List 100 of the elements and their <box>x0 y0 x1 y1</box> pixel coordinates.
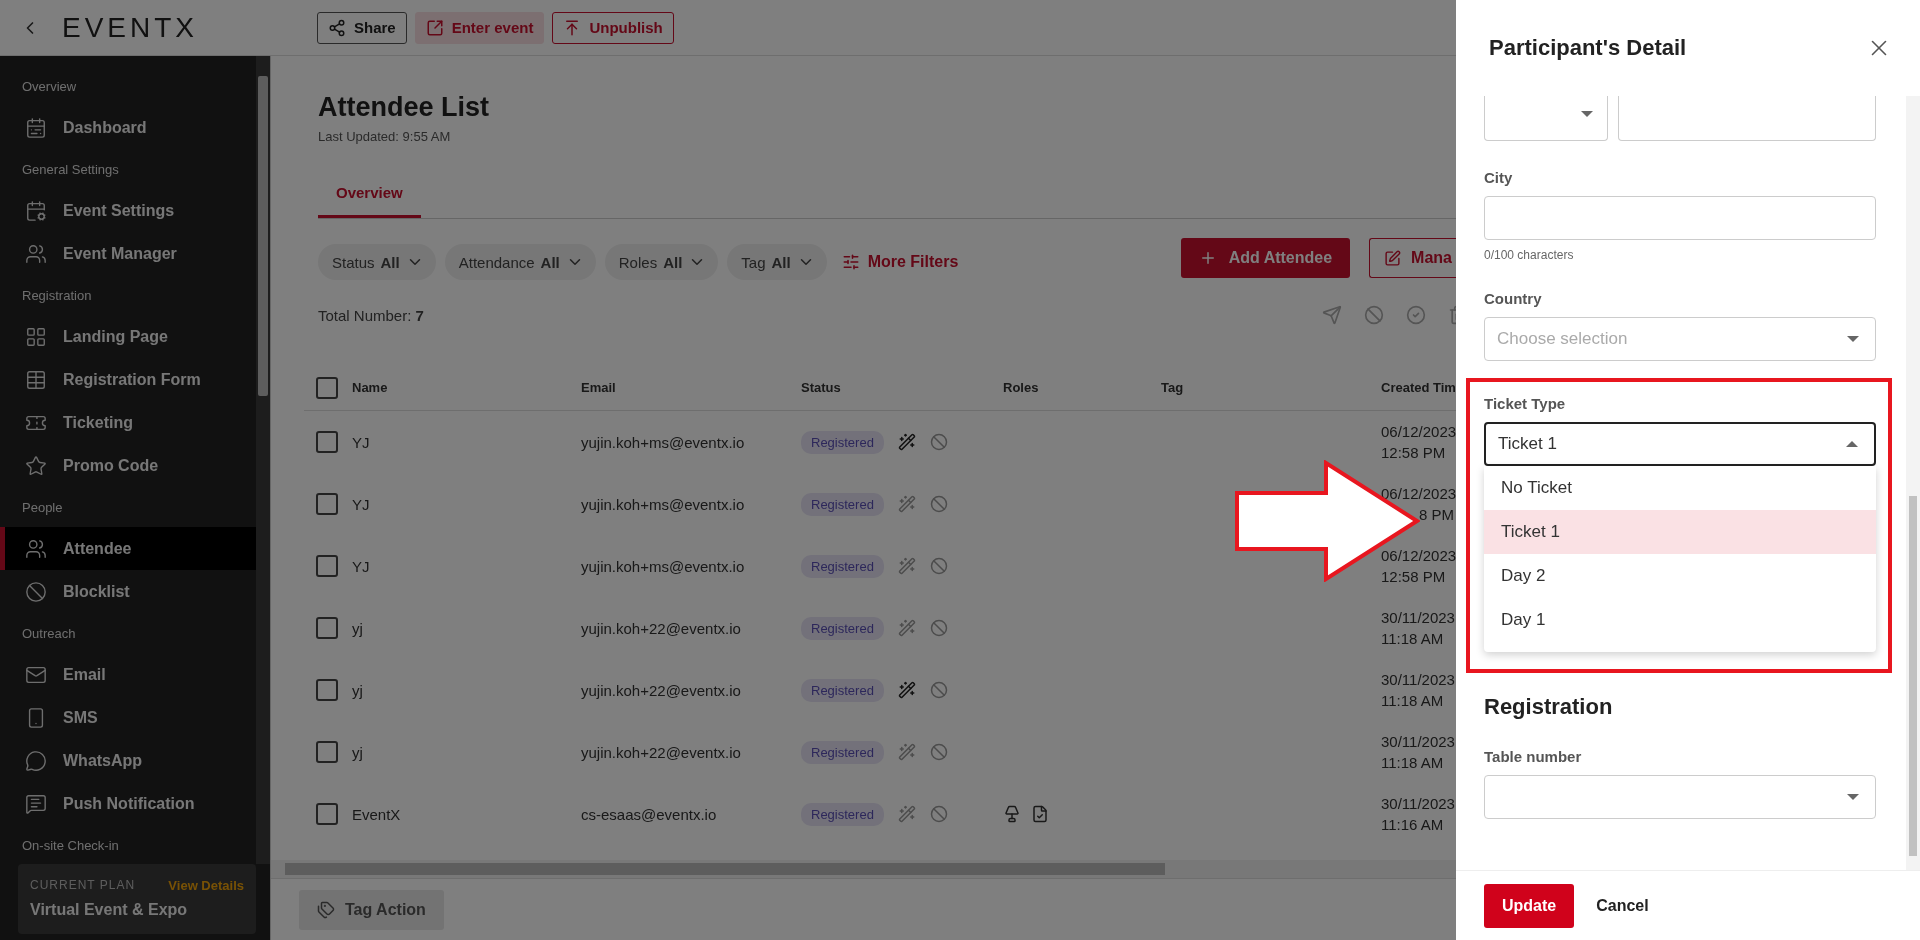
input-field[interactable] <box>1618 96 1876 141</box>
scrollbar[interactable] <box>256 56 270 864</box>
dropdown-option[interactable]: Day 2 <box>1484 554 1876 598</box>
city-input[interactable] <box>1484 196 1876 240</box>
email-cell-text: cs-esaas@eventx.io <box>581 805 718 823</box>
ban-icon[interactable] <box>929 619 948 637</box>
name-cell-text: yj <box>352 681 364 699</box>
sidebar-item[interactable]: SMS <box>0 696 256 739</box>
row-checkbox[interactable] <box>316 431 338 453</box>
manage-button[interactable]: Mana <box>1369 238 1456 278</box>
sidebar-item[interactable]: Email <box>0 653 256 696</box>
row-checkbox[interactable] <box>316 679 338 701</box>
tab[interactable]: Overview <box>318 174 421 218</box>
country-select[interactable]: Choose selection <box>1484 317 1876 361</box>
name-cell-text: yj <box>352 743 364 761</box>
select-all-checkbox[interactable] <box>316 376 338 399</box>
ban-icon[interactable] <box>929 743 948 761</box>
row-checkbox[interactable] <box>316 493 338 515</box>
field-label: Table number <box>1484 748 1583 765</box>
sidebar-item[interactable]: Ticketing <box>0 401 256 444</box>
sidebar-item[interactable]: Dashboard <box>0 106 256 149</box>
send-icon[interactable] <box>1322 305 1342 325</box>
cancel-button[interactable]: Cancel <box>1594 883 1651 928</box>
row-checkbox[interactable] <box>316 741 338 763</box>
more-filters-button[interactable]: More Filters <box>835 253 965 271</box>
status-badge: Registered <box>801 430 884 454</box>
filter-dropdown[interactable]: Status All <box>318 244 436 280</box>
created-time: 11:18 AM <box>1381 630 1445 647</box>
scrollbar[interactable] <box>1906 96 1920 870</box>
unpublish-button[interactable]: Unpublish <box>552 11 674 44</box>
status-badge: Registered <box>801 802 884 826</box>
name-cell-text: yj <box>352 619 364 637</box>
row-checkbox[interactable] <box>316 803 338 825</box>
sidebar-item[interactable]: Attendee <box>0 527 256 570</box>
select-field[interactable] <box>1484 96 1608 141</box>
wand-icon[interactable] <box>897 433 916 451</box>
add-attendee-button[interactable]: Add Attendee <box>1180 238 1351 278</box>
email-cell-text: yujin.koh+22@eventx.io <box>581 743 742 761</box>
enter-button[interactable]: Enter event <box>414 11 545 44</box>
ban-icon[interactable] <box>929 805 948 823</box>
logo: EVENTX <box>62 11 199 44</box>
table-number-select[interactable] <box>1484 775 1876 819</box>
sidebar-item[interactable]: Landing Page <box>0 315 256 358</box>
update-button[interactable]: Update <box>1484 883 1575 928</box>
wand-icon[interactable] <box>897 495 916 513</box>
row-checkbox[interactable] <box>316 555 338 577</box>
ban-icon[interactable] <box>1364 305 1384 325</box>
dropdown-option[interactable]: Day 1 <box>1484 598 1876 642</box>
star-icon <box>25 454 47 477</box>
sidebar-item[interactable]: Blocklist <box>0 570 256 613</box>
status-badge: Registered <box>801 492 884 516</box>
status-badge: Registered <box>801 616 884 640</box>
created-date: 30/11/2023 <box>1381 609 1456 626</box>
wand-icon[interactable] <box>897 681 916 699</box>
filter-dropdown[interactable]: Roles All <box>604 244 719 280</box>
calendar-gear-icon <box>25 199 47 222</box>
dropdown-option[interactable]: No Ticket <box>1484 466 1876 510</box>
horizontal-scrollbar[interactable] <box>271 860 1456 878</box>
sidebar-item[interactable]: Event Settings <box>0 189 256 232</box>
share-button[interactable]: Share <box>317 11 407 44</box>
wand-icon[interactable] <box>897 805 916 823</box>
email-cell-text: yujin.koh+ms@eventx.io <box>581 495 746 513</box>
view-details-link[interactable]: View Details <box>168 878 244 893</box>
field-label: City <box>1484 169 1514 186</box>
sidebar-item[interactable]: WhatsApp <box>0 739 256 782</box>
sidebar-item[interactable]: Registration Form <box>0 358 256 401</box>
dropdown-option[interactable]: Ticket 1 <box>1484 510 1876 554</box>
ban-icon[interactable] <box>929 557 948 575</box>
column-header: Roles <box>1003 380 1040 395</box>
column-header: Tag <box>1161 380 1185 395</box>
sidebar-item[interactable]: Push Notification <box>0 782 256 825</box>
filter-dropdown[interactable]: Attendance All <box>444 244 596 280</box>
check-circle-icon[interactable] <box>1406 305 1426 325</box>
ban-icon[interactable] <box>929 681 948 699</box>
sidebar-item[interactable]: Event Manager <box>0 232 256 275</box>
grid-icon <box>25 325 47 348</box>
created-time: 11:18 AM <box>1381 692 1445 709</box>
ban-icon <box>25 580 47 603</box>
ban-icon[interactable] <box>929 495 948 513</box>
last-updated-text: Last Updated: 9:55 AM <box>318 129 452 144</box>
page-title: Attendee List <box>318 92 491 123</box>
sidebar-section-label: General Settings <box>22 161 119 177</box>
wand-icon[interactable] <box>897 743 916 761</box>
plan-name: Virtual Event & Expo <box>30 901 189 919</box>
ban-icon[interactable] <box>929 433 948 451</box>
name-cell-text: YJ <box>352 557 371 575</box>
wand-icon[interactable] <box>897 619 916 637</box>
sidebar-item[interactable]: Promo Code <box>0 444 256 487</box>
field-label: Ticket Type <box>1484 395 1567 412</box>
row-checkbox[interactable] <box>316 617 338 639</box>
filter-dropdown[interactable]: Tag All <box>727 244 827 280</box>
character-counter: 0/100 characters <box>1484 248 1575 262</box>
column-header: Name <box>352 380 389 395</box>
name-cell-text: YJ <box>352 433 371 451</box>
created-date: 06/12/2023 <box>1381 423 1456 440</box>
edit-icon <box>1384 249 1402 267</box>
sidebar-section-label: Registration <box>22 287 92 303</box>
sidebar-section-label: Outreach <box>22 625 76 641</box>
column-header: Created Tim <box>1381 380 1456 395</box>
wand-icon[interactable] <box>897 557 916 575</box>
